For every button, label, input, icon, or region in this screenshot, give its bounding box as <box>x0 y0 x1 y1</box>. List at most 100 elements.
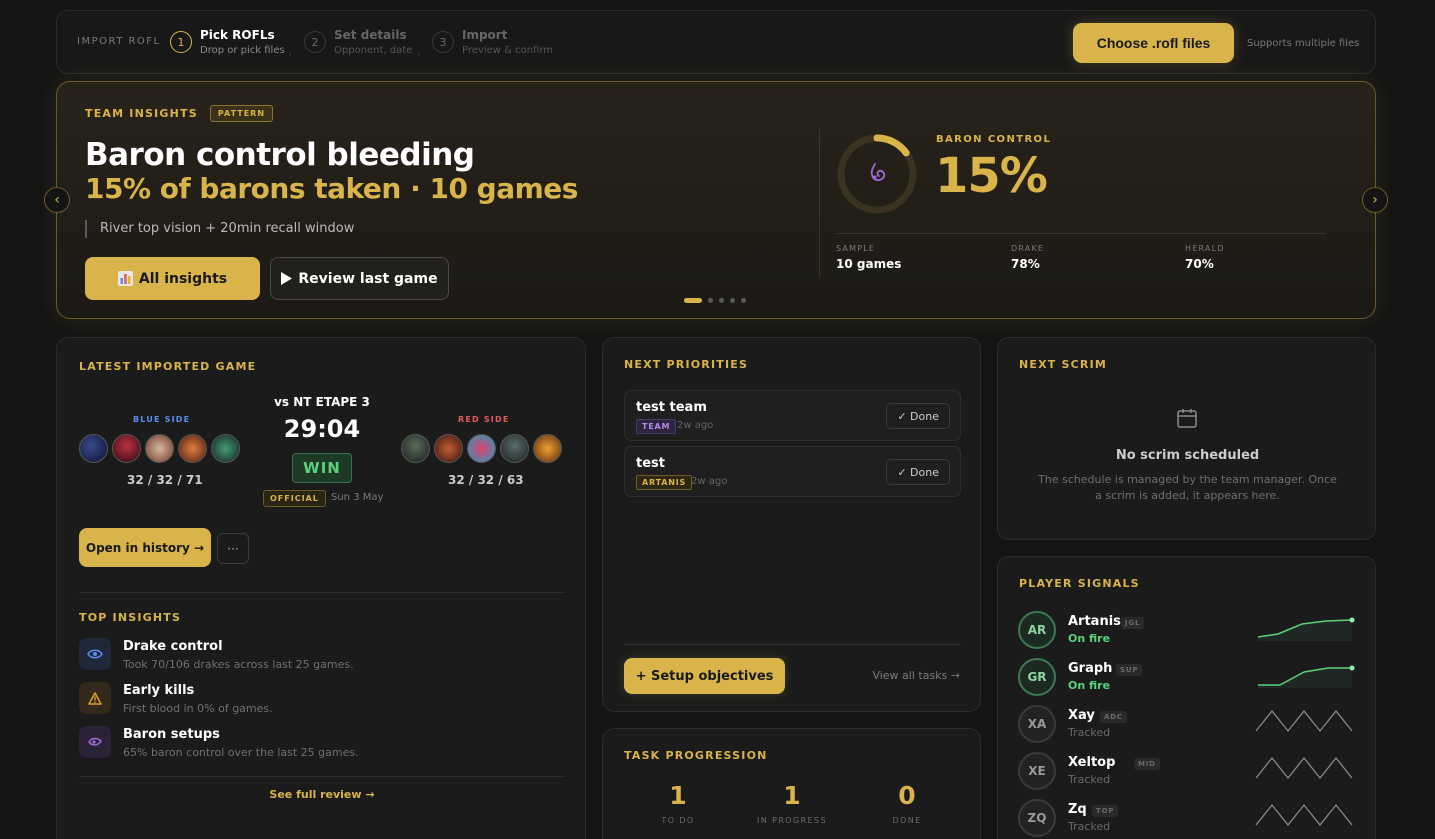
eye-icon <box>79 638 111 670</box>
open-in-history-button[interactable]: Open in history → <box>79 528 211 567</box>
task-tag: TEAM <box>636 419 677 434</box>
role-badge: TOP <box>1092 805 1119 817</box>
all-insights-button[interactable]: All insights <box>85 257 260 300</box>
carousel-dot[interactable] <box>730 298 735 303</box>
carousel-dot[interactable] <box>684 298 702 303</box>
role-badge: MID <box>1134 758 1160 770</box>
avatar: ZQ <box>1018 799 1056 837</box>
game-date: Sun 3 May <box>331 492 384 503</box>
carousel-dot[interactable] <box>741 298 746 303</box>
champion-portrait[interactable] <box>178 434 207 463</box>
task-age: 2w ago <box>677 420 714 431</box>
player-status: On fire <box>1068 679 1111 692</box>
champion-portrait[interactable] <box>211 434 240 463</box>
baron-control-value: 15% <box>935 148 1048 204</box>
champion-portrait[interactable] <box>401 434 430 463</box>
divider <box>79 776 565 777</box>
progress-label: IN PROGRESS <box>757 816 827 825</box>
divider <box>79 592 565 593</box>
calendar-icon <box>1177 409 1197 428</box>
more-options-button[interactable]: ··· <box>217 533 249 564</box>
player-row-artanis[interactable]: AR Artanis JGL On fire <box>1018 611 1358 651</box>
champion-portrait[interactable] <box>500 434 529 463</box>
hero-note: River top vision + 20min recall window <box>85 220 354 238</box>
stat-drake: DRAKE 78% <box>1011 244 1044 271</box>
player-signals-card: PLAYER SIGNALS AR Artanis JGL On fire GR… <box>997 556 1376 839</box>
player-row-xeltop[interactable]: XE Xeltop MID Tracked <box>1018 752 1358 792</box>
setup-objectives-button[interactable]: + Setup objectives <box>624 658 785 694</box>
latest-game-title: LATEST IMPORTED GAME <box>79 360 257 373</box>
stat-value: 10 games <box>836 257 902 271</box>
all-insights-label: All insights <box>138 270 228 287</box>
player-name: Xeltop <box>1068 755 1116 770</box>
role-badge: JGL <box>1121 617 1145 629</box>
progress-count: 0 <box>898 781 916 810</box>
import-label: IMPORT ROFL <box>77 36 161 47</box>
team-insights-hero: TEAM INSIGHTS PATTERN Baron control blee… <box>56 81 1376 319</box>
champion-portrait[interactable] <box>467 434 496 463</box>
baron-icon <box>870 163 886 182</box>
stat-value: 70% <box>1185 257 1214 271</box>
insight-description: 65% baron control over the last 25 games… <box>123 746 359 759</box>
task-item[interactable]: test ARTANIS 2w ago ✓ Done <box>624 446 961 497</box>
mark-done-button[interactable]: ✓ Done <box>886 403 950 429</box>
insight-description: Took 70/106 drakes across last 25 games. <box>123 658 354 671</box>
insight-baron-setups[interactable]: Baron setups 65% baron control over the … <box>79 726 359 759</box>
red-side-champions <box>401 434 562 463</box>
stat-label: SAMPLE <box>836 244 876 253</box>
insight-drake-control[interactable]: Drake control Took 70/106 drakes across … <box>79 638 354 671</box>
hero-divider <box>819 129 820 277</box>
carousel-dot[interactable] <box>719 298 724 303</box>
stat-sample: SAMPLE 10 games <box>836 244 901 271</box>
carousel-dots[interactable] <box>684 298 746 303</box>
avatar: XE <box>1018 752 1056 790</box>
next-priorities-card: NEXT PRIORITIES test team TEAM 2w ago ✓ … <box>602 337 981 712</box>
task-title: test team <box>636 400 707 415</box>
player-row-graph[interactable]: GR Graph SUP On fire <box>1018 658 1358 698</box>
trend-sparkline <box>1257 617 1355 641</box>
import-bar: IMPORT ROFL 1 Pick ROFLs Drop or pick fi… <box>56 10 1376 74</box>
red-side-label: RED SIDE <box>458 415 510 424</box>
champion-portrait[interactable] <box>79 434 108 463</box>
task-item[interactable]: test team TEAM 2w ago ✓ Done <box>624 390 961 441</box>
task-age: 2w ago <box>691 476 728 487</box>
player-row-zq[interactable]: ZQ Zq TOP Tracked <box>1018 799 1358 839</box>
player-status: Tracked <box>1068 773 1111 786</box>
player-row-xay[interactable]: XA Xay ADC Tracked <box>1018 705 1358 745</box>
step-subtitle: Preview & confirm <box>462 45 554 56</box>
progress-count: 1 <box>669 781 687 810</box>
champion-portrait[interactable] <box>533 434 562 463</box>
insight-description: First blood in 0% of games. <box>123 702 273 715</box>
avatar: AR <box>1018 611 1056 649</box>
mark-done-button[interactable]: ✓ Done <box>886 459 950 485</box>
insight-title: Baron setups <box>123 727 220 742</box>
play-icon <box>281 272 293 285</box>
bar-chart-icon <box>117 271 133 286</box>
see-full-review-link[interactable]: See full review → <box>79 788 565 801</box>
step-title: Pick ROFLs <box>200 28 275 42</box>
result-badge: WIN <box>292 453 352 483</box>
carousel-next-button[interactable]: › <box>1362 187 1388 213</box>
choose-rofl-files-button[interactable]: Choose .rofl files <box>1073 23 1234 63</box>
champion-portrait[interactable] <box>434 434 463 463</box>
insight-early-kills[interactable]: Early kills First blood in 0% of games. <box>79 682 273 715</box>
step-pick-rofls[interactable]: 1 Pick ROFLs Drop or pick files <box>170 28 285 56</box>
insight-title: Drake control <box>123 639 223 654</box>
divider <box>624 644 961 645</box>
player-signals-title: PLAYER SIGNALS <box>1019 577 1140 590</box>
step-subtitle: Drop or pick files <box>200 45 285 56</box>
trend-sparkline <box>1255 709 1353 733</box>
top-insights-title: TOP INSIGHTS <box>79 611 182 624</box>
carousel-dot[interactable] <box>708 298 713 303</box>
step-set-details[interactable]: 2 Set details Opponent, date <box>304 28 412 56</box>
champion-portrait[interactable] <box>112 434 141 463</box>
review-last-game-button[interactable]: Review last game <box>270 257 449 300</box>
red-side-kda: 32 / 32 / 63 <box>448 473 524 487</box>
avatar: GR <box>1018 658 1056 696</box>
champion-portrait[interactable] <box>145 434 174 463</box>
view-all-tasks-link[interactable]: View all tasks → <box>872 669 960 682</box>
stat-label: DRAKE <box>1011 244 1045 253</box>
step-import[interactable]: 3 Import Preview & confirm <box>432 28 553 56</box>
role-badge: SUP <box>1116 664 1143 676</box>
carousel-prev-button[interactable]: ‹ <box>44 187 70 213</box>
